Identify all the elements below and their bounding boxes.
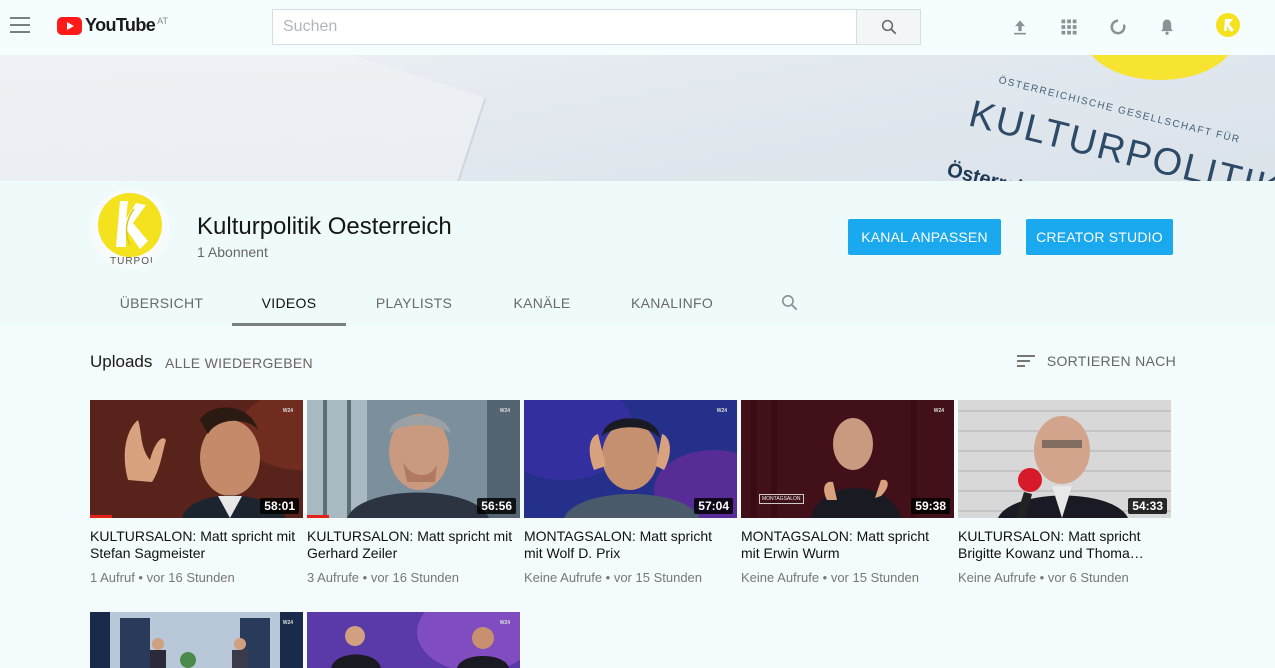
uploads-title: Uploads: [90, 352, 153, 371]
video-meta: Keine Aufrufe • vor 6 Stunden: [958, 570, 1129, 585]
channel-watermark: W24: [716, 408, 727, 414]
sort-button[interactable]: SORTIEREN NACH: [1016, 353, 1176, 369]
banner-paper: [0, 55, 487, 181]
masthead: YouTube AT: [0, 0, 1275, 55]
channel-watermark: W24: [282, 620, 293, 626]
logo-text: YouTube: [85, 15, 156, 35]
notifications-icon[interactable]: [1156, 16, 1178, 38]
video-meta: 1 Aufruf • vor 16 Stunden: [90, 570, 235, 585]
account-avatar[interactable]: [1213, 12, 1243, 42]
montagsalon-tag: MONTAGSALON: [759, 494, 804, 504]
messages-icon[interactable]: [1107, 16, 1129, 38]
tab-overview[interactable]: ÜBERSICHT: [110, 279, 213, 326]
search-bar: [272, 9, 921, 45]
video-duration: 58:01: [260, 498, 299, 514]
channel-watermark: W24: [499, 408, 510, 414]
video-title[interactable]: KULTURSALON: Matt spricht mit Gerhard Ze…: [307, 528, 517, 562]
video-meta: Keine Aufrufe • vor 15 Stunden: [524, 570, 703, 585]
video-thumbnail[interactable]: W24 57:04: [524, 400, 737, 518]
sort-icon: [1016, 355, 1035, 367]
video-duration: 59:38: [911, 498, 950, 514]
creator-studio-button[interactable]: CREATOR STUDIO: [1026, 219, 1173, 255]
channel-name: Kulturpolitik Oesterreich: [197, 213, 452, 240]
uploads-header: Uploads ALLE WIEDERGEBEN SORTIEREN NACH: [90, 350, 1180, 376]
subscriber-count: 1 Abonnent: [197, 244, 268, 260]
hamburger-menu-icon[interactable]: [10, 17, 30, 33]
tab-channels[interactable]: KANÄLE: [500, 279, 584, 326]
channel-header: TURPOL Kulturpolitik Oesterreich 1 Abonn…: [0, 181, 1275, 326]
video-duration: 57:04: [694, 498, 733, 514]
country-code: AT: [157, 15, 168, 26]
video-thumbnail[interactable]: W24: [307, 612, 520, 668]
channel-avatar[interactable]: TURPOL: [90, 189, 170, 269]
channel-watermark: W24: [499, 620, 510, 626]
video-meta: 3 Aufrufe • vor 16 Stunden: [307, 570, 459, 585]
video-thumbnail[interactable]: W24 56:56: [307, 400, 520, 518]
search-icon: [881, 19, 896, 35]
tab-about[interactable]: KANALINFO: [622, 279, 722, 326]
video-meta: Keine Aufrufe • vor 15 Stunden: [741, 570, 920, 585]
channel-tabs: ÜBERSICHT VIDEOS PLAYLISTS KANÄLE KANALI…: [90, 279, 990, 326]
video-thumbnail[interactable]: 54:33: [958, 400, 1171, 518]
customize-channel-button[interactable]: KANAL ANPASSEN: [848, 219, 1001, 255]
apps-icon[interactable]: [1058, 16, 1080, 38]
watch-progress-bar: [307, 515, 329, 518]
channel-watermark: W24: [282, 408, 293, 414]
channel-banner: ÖSTERREICHISCHE GESELLSCHAFT FÜR KULTURP…: [0, 55, 1275, 181]
channel-watermark: W24: [933, 408, 944, 414]
video-title[interactable]: MONTAGSALON: Matt spricht mit Wolf D. Pr…: [524, 528, 734, 562]
video-duration: 54:33: [1128, 498, 1167, 514]
watch-progress-bar: [90, 515, 112, 518]
tab-videos[interactable]: VIDEOS: [232, 279, 346, 326]
search-input[interactable]: [272, 9, 856, 45]
top-actions: [995, 12, 1275, 42]
video-duration: 56:56: [477, 498, 516, 514]
video-title[interactable]: KULTURSALON: Matt spricht Brigitte Kowan…: [958, 528, 1168, 562]
tab-playlists[interactable]: PLAYLISTS: [366, 279, 462, 326]
video-title[interactable]: MONTAGSALON: Matt spricht mit Erwin Wurm: [741, 528, 951, 562]
video-thumbnail[interactable]: W24 58:01: [90, 400, 303, 518]
search-button[interactable]: [856, 9, 921, 45]
youtube-logo[interactable]: YouTube AT: [57, 15, 168, 36]
upload-icon[interactable]: [1009, 16, 1031, 38]
channel-avatar-text: TURPOL: [110, 256, 157, 267]
sort-label: SORTIEREN NACH: [1046, 353, 1176, 369]
video-thumbnail[interactable]: W24: [90, 612, 303, 668]
channel-search-icon[interactable]: [774, 279, 804, 326]
video-thumbnail[interactable]: W24 MONTAGSALON 59:38: [741, 400, 954, 518]
banner-logo-shape: [1085, 55, 1235, 80]
video-title[interactable]: KULTURSALON: Matt spricht mit Stefan Sag…: [90, 528, 300, 562]
youtube-play-icon: [57, 16, 82, 35]
play-all-button[interactable]: ALLE WIEDERGEBEN: [165, 355, 313, 371]
